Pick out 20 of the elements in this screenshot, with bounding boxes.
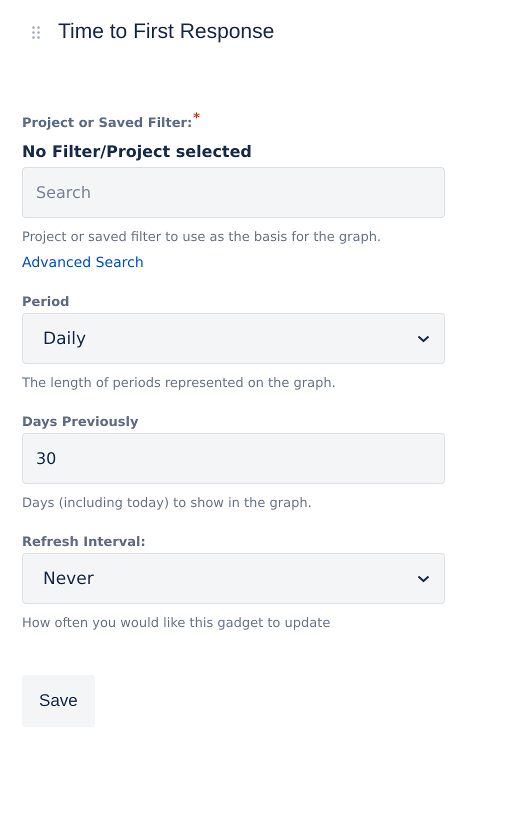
select-field[interactable]: Daily	[22, 313, 445, 364]
required-mark: *	[193, 112, 200, 125]
selection-text: No Filter/Project selected	[22, 142, 253, 161]
help-text: Days (including today) to show in the graph.	[22, 496, 313, 511]
help-text: Project or saved filter to use as the basis for the graph.	[22, 230, 382, 245]
chevron-down-icon	[417, 574, 430, 582]
search-field[interactable]: Search	[22, 167, 445, 218]
gadget-title: Time to First Response	[58, 20, 274, 44]
input-field[interactable]: 30	[22, 433, 445, 484]
advanced-search-link[interactable]: Advanced Search	[22, 255, 144, 271]
field-label: Refresh Interval:	[22, 535, 146, 550]
save-button[interactable]: Save	[22, 675, 95, 727]
field-label: Period	[22, 295, 70, 310]
select-field[interactable]: Never	[22, 553, 445, 604]
help-text: The length of periods represented on the graph.	[22, 376, 337, 391]
chevron-down-icon	[417, 334, 430, 342]
field-label: Days Previously	[22, 415, 138, 430]
drag-handle-icon[interactable]	[32, 26, 40, 38]
field-label: Project or Saved Filter:	[22, 116, 192, 131]
help-text: How often you would like this gadget to update	[22, 616, 332, 631]
